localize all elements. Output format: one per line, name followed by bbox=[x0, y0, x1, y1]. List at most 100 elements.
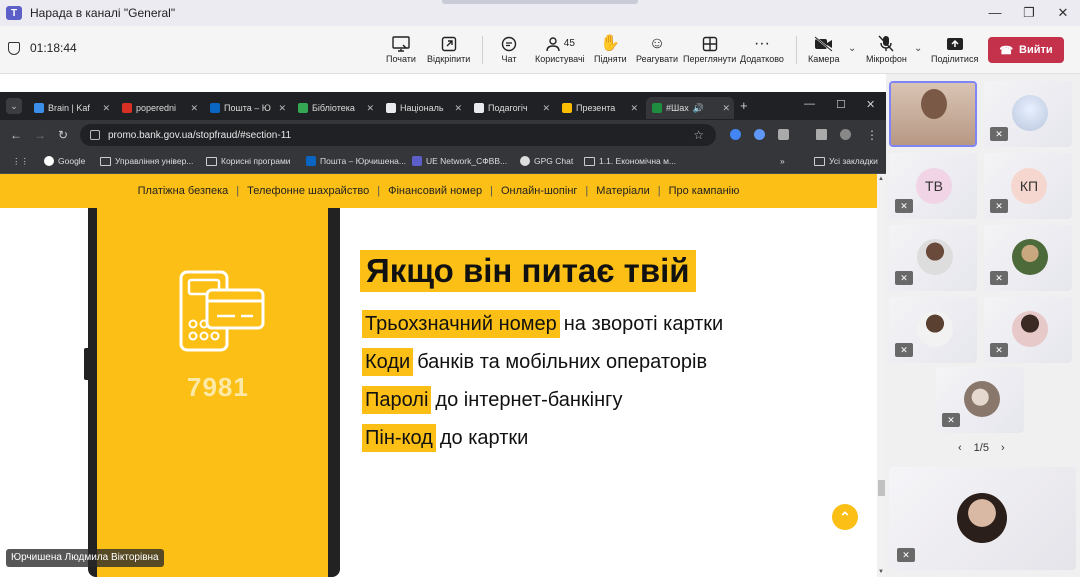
scroll-up-icon[interactable]: ▲ bbox=[878, 176, 884, 182]
muted-mic-icon: ✕ bbox=[895, 271, 913, 285]
scroll-down-icon[interactable]: ▼ bbox=[878, 569, 884, 575]
camera-button[interactable]: Камера bbox=[808, 34, 839, 64]
profile-avatar-icon[interactable] bbox=[840, 129, 851, 140]
media-controls-icon[interactable] bbox=[816, 129, 827, 140]
tab-close-icon[interactable]: ✕ bbox=[278, 103, 286, 114]
apps-grid-icon[interactable]: ⋮⋮ bbox=[12, 156, 29, 167]
extensions-puzzle-icon[interactable] bbox=[778, 129, 789, 140]
participant-tile[interactable]: ✕ bbox=[984, 225, 1072, 291]
bookmark-item[interactable]: 1.1. Економічна м... bbox=[584, 156, 676, 166]
nav-about-campaign[interactable]: Про кампанію bbox=[661, 185, 748, 197]
start-button[interactable]: Почати bbox=[386, 34, 416, 64]
chat-button[interactable]: Чат bbox=[500, 34, 518, 64]
all-bookmarks[interactable]: Усі закладки bbox=[814, 156, 878, 166]
unpin-button[interactable]: Відкріпити bbox=[427, 34, 470, 64]
mic-options-chevron-icon[interactable]: ⌄ bbox=[914, 43, 922, 54]
mic-button[interactable]: Мікрофон bbox=[866, 34, 907, 64]
bookmark-item[interactable]: GPG Chat bbox=[520, 156, 573, 166]
present-icon bbox=[392, 34, 410, 54]
bookmark-item[interactable]: Корисні програми bbox=[206, 156, 291, 166]
scroll-to-top-button[interactable]: ⌃ bbox=[832, 504, 858, 530]
outlook-favicon-icon bbox=[210, 103, 220, 113]
url-input[interactable]: promo.bank.gov.ua/stopfraud/#section-11 … bbox=[80, 124, 716, 146]
reload-icon[interactable]: ↻ bbox=[58, 128, 68, 142]
minimize-icon[interactable]: — bbox=[978, 5, 1012, 21]
muted-mic-icon: ✕ bbox=[990, 271, 1008, 285]
browser-tab[interactable]: Подагогіч ✕ bbox=[468, 97, 554, 119]
google-icon bbox=[44, 156, 54, 166]
bookmarks-overflow-icon[interactable]: » bbox=[780, 156, 785, 166]
tab-search-icon[interactable]: ⌄ bbox=[6, 98, 22, 114]
chevron-right-icon[interactable]: › bbox=[1001, 442, 1005, 454]
nav-phone-fraud[interactable]: Телефонне шахрайство bbox=[239, 185, 377, 197]
nav-materials[interactable]: Матеріали bbox=[588, 185, 657, 197]
camera-options-chevron-icon[interactable]: ⌄ bbox=[848, 43, 856, 54]
participant-tile[interactable]: ✕ bbox=[936, 367, 1024, 433]
extension-icon[interactable] bbox=[730, 129, 741, 140]
participant-tile[interactable]: ✕ bbox=[889, 225, 977, 291]
browser-tab[interactable]: Пошта – Ю ✕ bbox=[204, 97, 290, 119]
people-button[interactable]: 45 Користувачі bbox=[535, 34, 585, 64]
web-page: Платіжна безпека | Телефонне шахрайство | … bbox=[0, 174, 877, 577]
tab-close-icon[interactable]: ✕ bbox=[542, 103, 550, 114]
bookmark-star-icon[interactable]: ☆ bbox=[693, 128, 704, 142]
people-icon: 45 bbox=[545, 34, 575, 54]
drag-handle[interactable] bbox=[442, 0, 638, 4]
site-favicon-icon bbox=[652, 103, 662, 113]
new-tab-icon[interactable]: + bbox=[740, 98, 748, 113]
bookmark-item[interactable]: UE Network_СФВВ... bbox=[412, 156, 507, 166]
nav-financial-number[interactable]: Фінансовий номер bbox=[380, 185, 490, 197]
maximize-icon[interactable]: ❐ bbox=[1012, 5, 1046, 21]
nav-online-shopping[interactable]: Онлайн-шопінг bbox=[493, 185, 585, 197]
teams-icon bbox=[412, 156, 422, 166]
bookmark-item[interactable]: Google bbox=[44, 156, 85, 166]
browser-tab[interactable]: Brain | Kaf ✕ bbox=[28, 97, 114, 119]
scrollbar-thumb[interactable] bbox=[878, 480, 885, 496]
avatar bbox=[917, 239, 953, 275]
browser-minimize-icon[interactable]: — bbox=[804, 98, 815, 110]
participant-tile-active[interactable] bbox=[889, 81, 977, 147]
self-view-tile[interactable]: ✕ bbox=[889, 467, 1076, 570]
more-button[interactable]: ··· Додатково bbox=[740, 34, 784, 64]
share-icon bbox=[946, 34, 964, 54]
leave-button[interactable]: ☎ Вийти bbox=[988, 37, 1064, 63]
teams-meeting-window: T Нарада в каналі "General" — ❐ ✕ 01:18:… bbox=[0, 0, 1080, 577]
site-info-icon[interactable] bbox=[90, 130, 100, 140]
tab-close-icon[interactable]: ✕ bbox=[366, 103, 374, 114]
view-button[interactable]: Переглянути bbox=[683, 34, 736, 64]
chevron-left-icon[interactable]: ‹ bbox=[958, 442, 962, 454]
forward-icon[interactable]: → bbox=[34, 128, 46, 142]
browser-tab[interactable]: poperedni ✕ bbox=[116, 97, 202, 119]
tab-close-icon[interactable]: ✕ bbox=[630, 103, 638, 114]
participant-tile[interactable]: ✕ bbox=[984, 81, 1072, 147]
browser-maximize-icon[interactable]: ☐ bbox=[836, 98, 846, 111]
nav-payment-security[interactable]: Платіжна безпека bbox=[130, 185, 237, 197]
browser-tab-active[interactable]: #Шах 🔊 ✕ bbox=[646, 97, 734, 119]
tab-close-icon[interactable]: ✕ bbox=[190, 103, 198, 114]
browser-address-bar: ← → ↻ promo.bank.gov.ua/stopfraud/#secti… bbox=[0, 120, 886, 150]
react-button[interactable]: ☺ Реагувати bbox=[636, 34, 678, 64]
muted-mic-icon: ✕ bbox=[990, 199, 1008, 213]
tab-close-icon[interactable]: ✕ bbox=[102, 103, 110, 114]
participant-tile[interactable]: ТВ ✕ bbox=[889, 153, 977, 219]
tab-close-icon[interactable]: ✕ bbox=[454, 103, 462, 114]
phone-illustration: 7981 bbox=[84, 208, 340, 577]
popout-icon bbox=[441, 34, 457, 54]
browser-tab[interactable]: Презента ✕ bbox=[556, 97, 642, 119]
close-icon[interactable]: ✕ bbox=[1046, 5, 1080, 21]
browser-close-icon[interactable]: ✕ bbox=[866, 98, 875, 111]
participant-tile[interactable]: КП ✕ bbox=[984, 153, 1072, 219]
extension-icon[interactable] bbox=[754, 129, 765, 140]
page-scrollbar[interactable]: ▲ ▼ bbox=[877, 174, 886, 577]
bookmark-item[interactable]: Управління універ... bbox=[100, 156, 193, 166]
participant-tile[interactable]: ✕ bbox=[889, 297, 977, 363]
browser-tab[interactable]: Національ ✕ bbox=[380, 97, 466, 119]
tab-close-icon[interactable]: ✕ bbox=[722, 103, 730, 114]
raise-hand-button[interactable]: ✋ Підняти bbox=[594, 34, 627, 64]
participant-tile[interactable]: ✕ bbox=[984, 297, 1072, 363]
browser-menu-icon[interactable]: ⋮ bbox=[866, 128, 878, 142]
back-icon[interactable]: ← bbox=[10, 128, 22, 142]
share-button[interactable]: Поділитися bbox=[931, 34, 978, 64]
browser-tab[interactable]: Бібліотека ✕ bbox=[292, 97, 378, 119]
bookmark-item[interactable]: Пошта – Юрчишена... bbox=[306, 156, 406, 166]
